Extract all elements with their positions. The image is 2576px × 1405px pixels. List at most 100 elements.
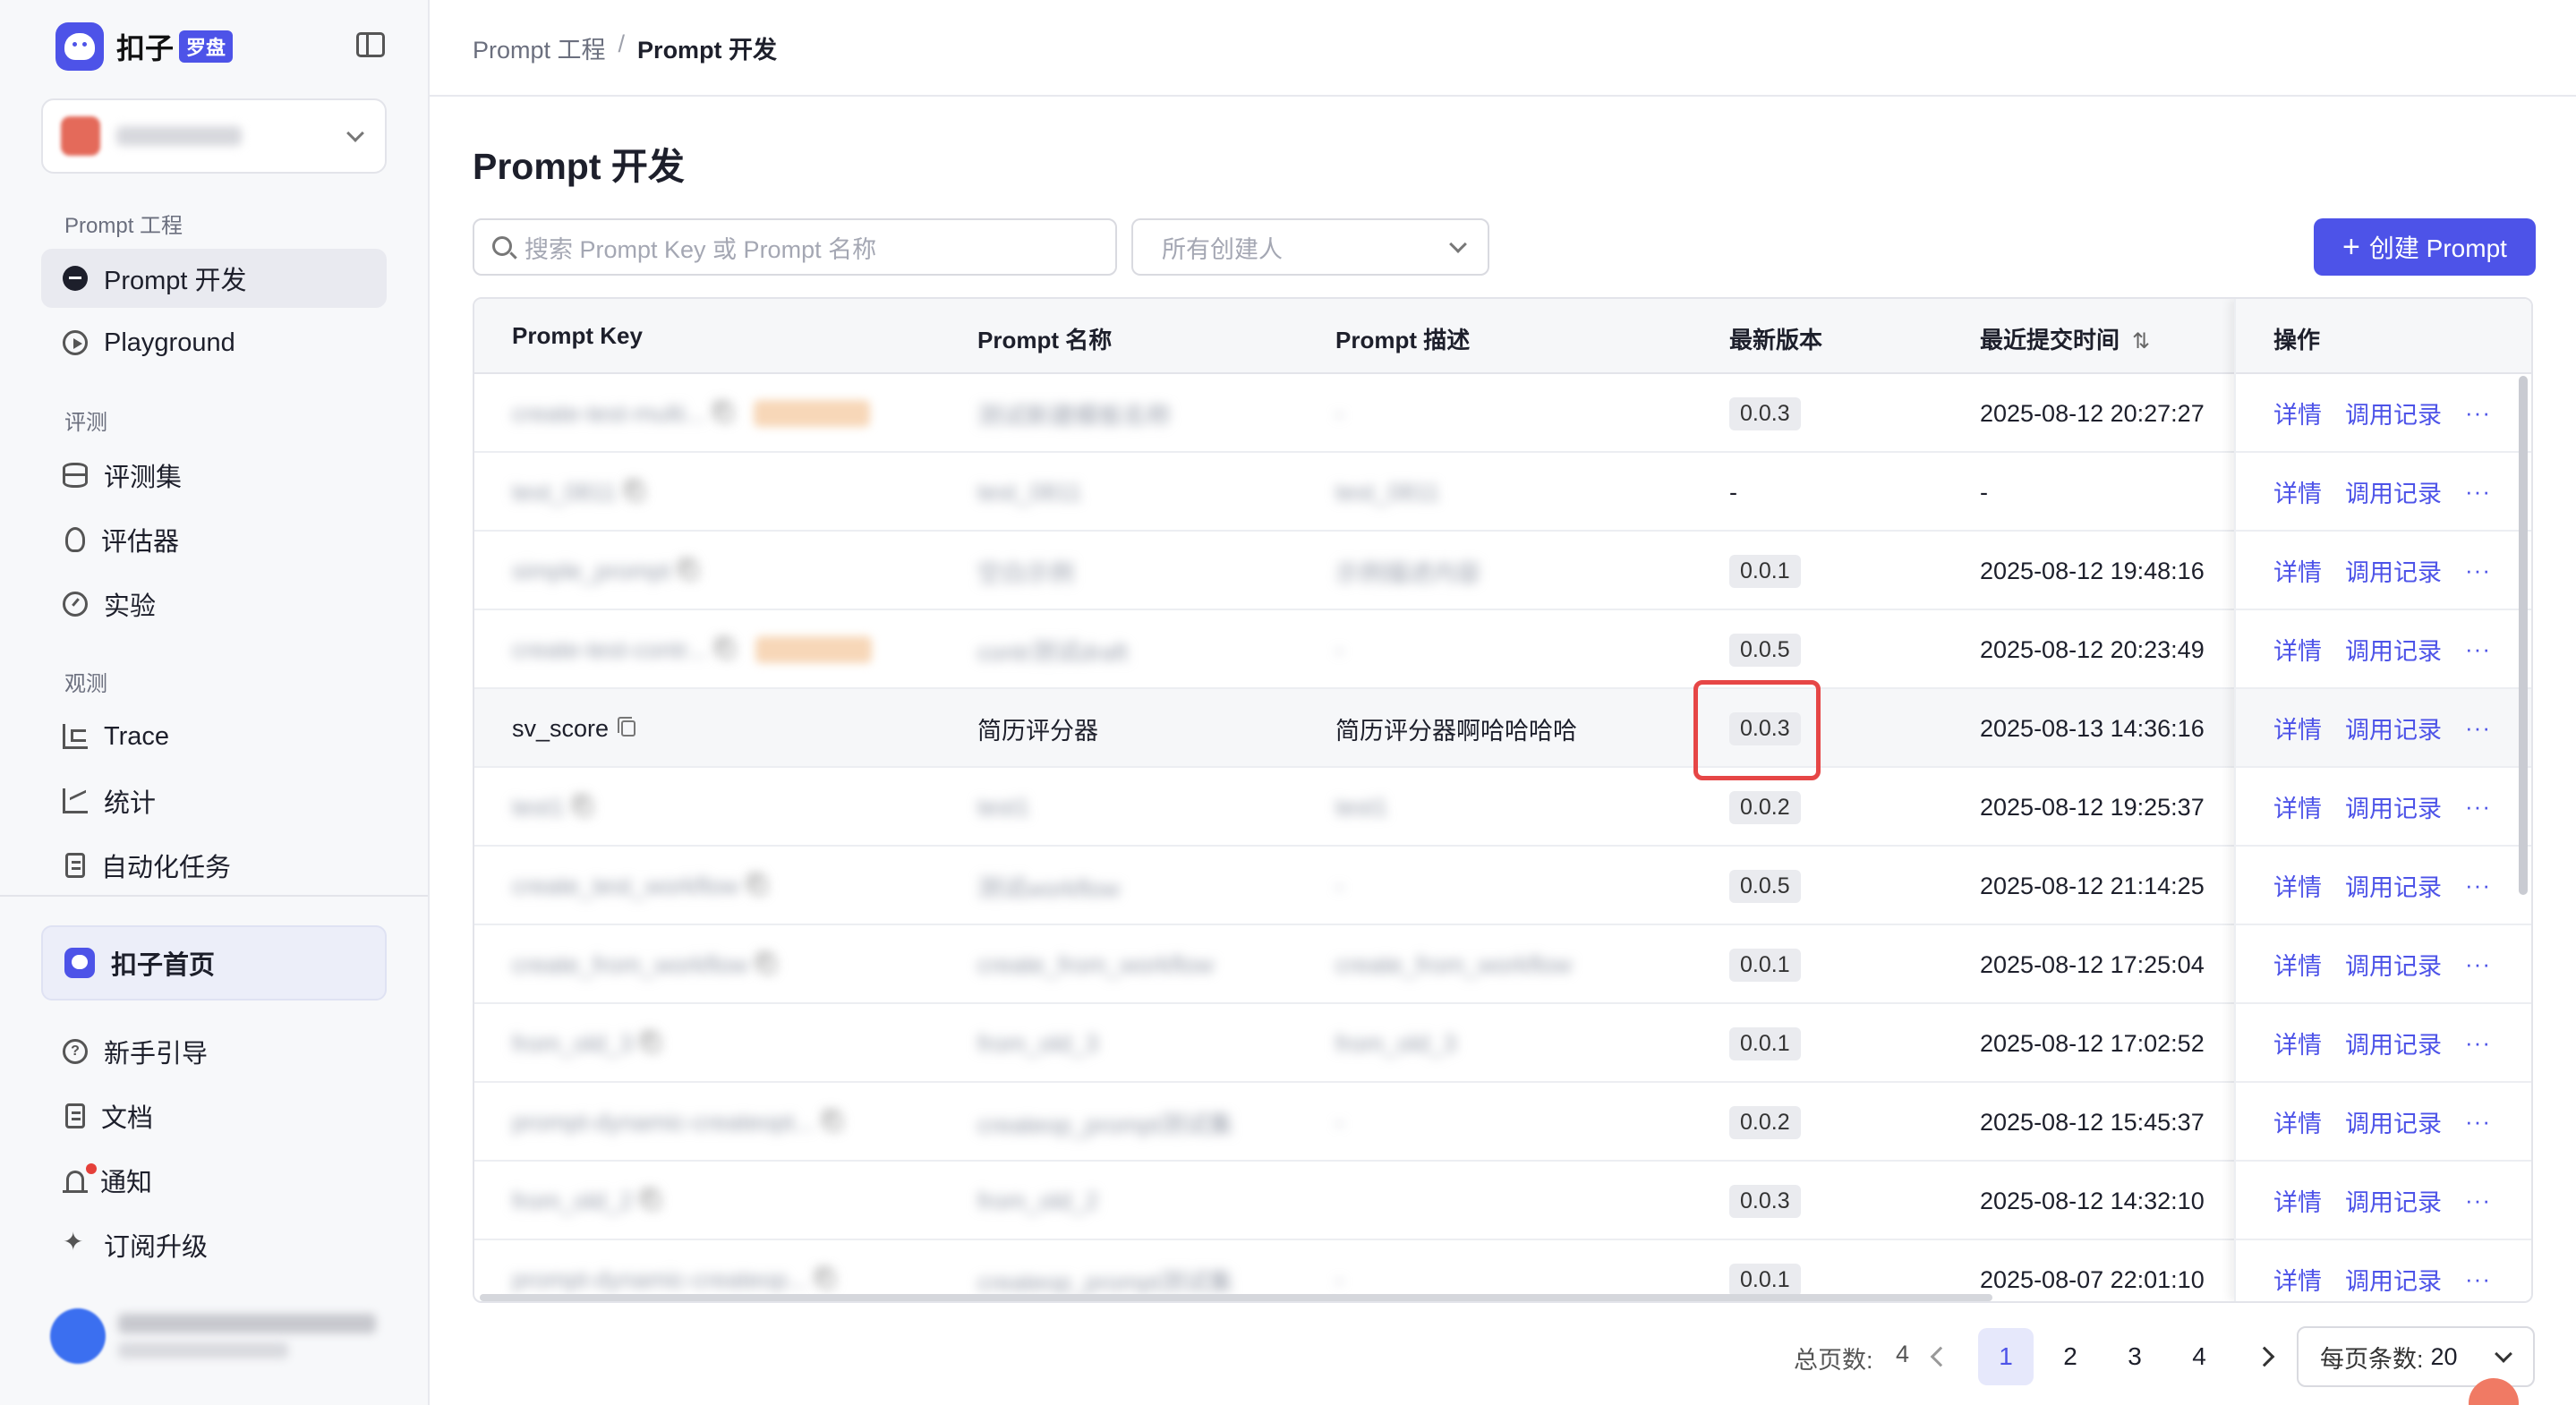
user-profile[interactable] — [50, 1308, 376, 1364]
brand[interactable]: 扣子 罗盘 — [55, 21, 234, 72]
table-row[interactable]: create-test-contr... contr测试draft - 0.0.5 20… — [474, 610, 2531, 689]
copy-icon[interactable] — [618, 717, 636, 737]
total-pages-value: 4 — [1896, 1341, 1910, 1367]
copy-icon[interactable] — [747, 874, 766, 894]
cell-commit-time: 2025-08-12 14:32:10 — [1980, 1187, 2205, 1214]
copy-icon[interactable] — [823, 1111, 841, 1130]
call-records-link[interactable]: 调用记录 — [2345, 632, 2442, 667]
more-icon[interactable]: ··· — [2465, 872, 2491, 899]
detail-link[interactable]: 详情 — [2273, 1183, 2322, 1218]
more-icon[interactable]: ··· — [2465, 1187, 2491, 1214]
search-input[interactable]: 搜索 Prompt Key 或 Prompt 名称 — [473, 218, 1117, 276]
detail-link[interactable]: 详情 — [2273, 947, 2322, 982]
sidebar-item-upgrade[interactable]: 订阅升级 — [41, 1215, 387, 1274]
more-icon[interactable]: ··· — [2465, 714, 2491, 742]
copy-icon[interactable] — [625, 481, 644, 500]
copy-icon[interactable] — [757, 953, 776, 973]
call-records-link[interactable]: 调用记录 — [2345, 947, 2442, 982]
sidebar-item-stats[interactable]: 统计 — [41, 771, 387, 830]
call-records-link[interactable]: 调用记录 — [2345, 1026, 2442, 1060]
chevron-left-icon[interactable] — [1930, 1346, 1951, 1367]
creator-select[interactable]: 所有创建人 — [1131, 218, 1489, 276]
sidebar-item-docs[interactable]: 文档 — [41, 1086, 387, 1145]
call-records-link[interactable]: 调用记录 — [2345, 789, 2442, 824]
cell-commit-time: 2025-08-12 19:48:16 — [1980, 557, 2205, 584]
call-records-link[interactable]: 调用记录 — [2345, 396, 2442, 430]
page-title: Prompt 开发 — [473, 146, 685, 187]
status-badge — [755, 636, 872, 663]
detail-link[interactable]: 详情 — [2273, 1262, 2322, 1297]
detail-link[interactable]: 详情 — [2273, 1026, 2322, 1060]
detail-link[interactable]: 详情 — [2273, 474, 2322, 509]
sort-icon[interactable]: ⇅ — [2132, 329, 2150, 353]
call-records-link[interactable]: 调用记录 — [2345, 1262, 2442, 1297]
table-row[interactable]: create_from_workflow create_from_workflow… — [474, 925, 2531, 1004]
table-row[interactable]: test_0811 test_0811 test_0811 - - — [474, 453, 2531, 532]
more-icon[interactable]: ··· — [2465, 950, 2491, 978]
sidebar-item-datasets[interactable]: 评测集 — [41, 446, 387, 505]
more-icon[interactable]: ··· — [2465, 1108, 2491, 1136]
breadcrumb-parent[interactable]: Prompt 工程 — [473, 30, 606, 65]
bulb-icon — [65, 527, 85, 552]
copy-icon[interactable] — [573, 796, 592, 815]
detail-link[interactable]: 详情 — [2273, 1104, 2322, 1139]
horizontal-scrollbar[interactable] — [480, 1294, 1992, 1301]
detail-link[interactable]: 详情 — [2273, 868, 2322, 903]
detail-link[interactable]: 详情 — [2273, 553, 2322, 588]
detail-link[interactable]: 详情 — [2273, 711, 2322, 745]
page-button[interactable]: 1 — [1978, 1328, 2034, 1385]
page-button[interactable]: 2 — [2043, 1328, 2098, 1385]
create-prompt-button[interactable]: + 创建 Prompt — [2314, 218, 2536, 276]
call-records-link[interactable]: 调用记录 — [2345, 553, 2442, 588]
task-icon — [65, 853, 85, 878]
sidebar-item-trace[interactable]: Trace — [41, 707, 387, 766]
call-records-link[interactable]: 调用记录 — [2345, 1104, 2442, 1139]
sidebar-item-notifications[interactable]: 通知 — [41, 1151, 387, 1210]
sidebar-item-experiments[interactable]: 实验 — [41, 575, 387, 634]
sidebar-item-onboarding[interactable]: ? 新手引导 — [41, 1022, 387, 1081]
sidebar-collapse-icon[interactable] — [356, 32, 385, 57]
vertical-scrollbar[interactable] — [2519, 376, 2528, 895]
redacted-text: - — [1335, 1265, 1343, 1293]
table-row[interactable]: sv_score 简历评分器 简历评分器啊哈哈哈哈 0.0.3 2025-08-13 1… — [474, 689, 2531, 768]
detail-link[interactable]: 详情 — [2273, 789, 2322, 824]
call-records-link[interactable]: 调用记录 — [2345, 1183, 2442, 1218]
copy-icon[interactable] — [642, 1189, 661, 1209]
more-icon[interactable]: ··· — [2465, 399, 2491, 427]
page-button[interactable]: 4 — [2171, 1328, 2227, 1385]
copy-icon[interactable] — [715, 638, 734, 658]
trace-icon — [63, 724, 88, 749]
detail-link[interactable]: 详情 — [2273, 632, 2322, 667]
more-icon[interactable]: ··· — [2465, 478, 2491, 506]
copy-icon[interactable] — [642, 1032, 661, 1052]
chevron-right-icon[interactable] — [2254, 1346, 2275, 1367]
workspace-selector[interactable] — [41, 98, 387, 174]
table-row[interactable]: create-test-multi... 测试新建模板名称 - 0.0.3 2025-0… — [474, 374, 2531, 453]
table-row[interactable]: prompt-dynamic-createopt... createop_prom… — [474, 1083, 2531, 1162]
copy-icon[interactable] — [679, 559, 698, 579]
table-row[interactable]: simple_prompt 空白示例 示例描述内容 0.0.1 2025-08-12 1… — [474, 532, 2531, 610]
more-icon[interactable]: ··· — [2465, 557, 2491, 584]
more-icon[interactable]: ··· — [2465, 635, 2491, 663]
sidebar-item-playground[interactable]: Playground — [41, 313, 387, 372]
detail-link[interactable]: 详情 — [2273, 396, 2322, 430]
call-records-link[interactable]: 调用记录 — [2345, 711, 2442, 745]
call-records-link[interactable]: 调用记录 — [2345, 474, 2442, 509]
more-icon[interactable]: ··· — [2465, 1265, 2491, 1293]
copy-icon[interactable] — [714, 402, 733, 422]
more-icon[interactable]: ··· — [2465, 1029, 2491, 1057]
column-header-sortable[interactable]: 最近提交时间 ⇅ — [1980, 322, 2150, 355]
call-records-link[interactable]: 调用记录 — [2345, 868, 2442, 903]
table-row[interactable]: test1 test1 test1 0.0.2 2025-08-12 19:25:37 — [474, 768, 2531, 847]
table-row[interactable]: from_old_3 from_old_3 from_old_3 0.0.1 2025-… — [474, 1004, 2531, 1083]
sidebar-item-evaluators[interactable]: 评估器 — [41, 510, 387, 569]
redacted-text: test_0811 — [512, 478, 617, 506]
copy-icon[interactable] — [816, 1268, 835, 1288]
sidebar-item-prompt-dev[interactable]: Prompt 开发 — [41, 249, 387, 308]
table-row[interactable]: from_old_2 from_old_2 0.0.3 2025-08-12 14:3… — [474, 1162, 2531, 1240]
page-button[interactable]: 3 — [2107, 1328, 2162, 1385]
coze-home-button[interactable]: 扣子首页 — [41, 925, 387, 1001]
table-row[interactable]: create_test_workflow 测试workflow - 0.0.5 2025… — [474, 847, 2531, 925]
sidebar-item-automation[interactable]: 自动化任务 — [41, 836, 387, 895]
more-icon[interactable]: ··· — [2465, 793, 2491, 821]
